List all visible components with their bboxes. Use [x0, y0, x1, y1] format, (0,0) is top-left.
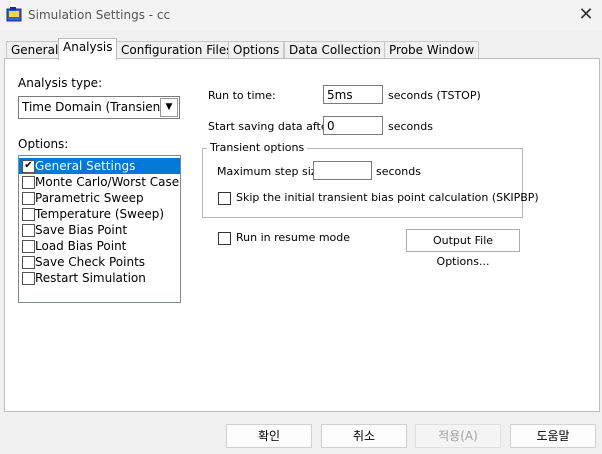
- resume-mode-checkbox[interactable]: [218, 232, 231, 245]
- analysis-type-dropdown[interactable]: Time Domain (Transient) ▼: [18, 96, 180, 119]
- tab-analysis[interactable]: Analysis: [58, 38, 118, 60]
- list-item[interactable]: Restart Simulation: [19, 270, 180, 286]
- run-to-time-input[interactable]: 5ms: [323, 85, 383, 104]
- skip-bias-checkbox[interactable]: [218, 192, 231, 205]
- tab-configuration-files[interactable]: Configuration Files: [116, 41, 238, 59]
- tab-options[interactable]: Options: [228, 41, 285, 59]
- chevron-down-icon[interactable]: ▼: [160, 98, 178, 117]
- transient-options-group: [202, 148, 523, 218]
- window-title: Simulation Settings - cc: [28, 8, 171, 22]
- transient-options-title: Transient options: [207, 141, 308, 154]
- checkbox-icon[interactable]: [22, 192, 35, 205]
- output-file-options-button[interactable]: Output File Options...: [406, 229, 520, 268]
- app-icon: [6, 7, 22, 22]
- tab-probe-window[interactable]: Probe Window: [384, 41, 480, 59]
- skip-bias-label: Skip the initial transient bias point ca…: [236, 191, 539, 204]
- checkbox-icon[interactable]: [22, 208, 35, 221]
- list-item[interactable]: Monte Carlo/Worst Case: [19, 174, 180, 190]
- apply-button[interactable]: 적용(A): [415, 424, 501, 448]
- max-step-label: Maximum step size:: [217, 165, 328, 178]
- max-step-unit: seconds: [376, 165, 421, 178]
- cancel-button[interactable]: 취소: [321, 424, 407, 448]
- list-item[interactable]: Temperature (Sweep): [19, 206, 180, 222]
- options-label: Options:: [18, 137, 69, 151]
- list-item[interactable]: Load Bias Point: [19, 238, 180, 254]
- options-list[interactable]: ✔ General Settings Monte Carlo/Worst Cas…: [18, 155, 181, 303]
- checkbox-checked-icon[interactable]: ✔: [22, 160, 35, 173]
- list-item[interactable]: Parametric Sweep: [19, 190, 180, 206]
- list-item[interactable]: ✔ General Settings: [19, 158, 180, 174]
- start-saving-unit: seconds: [388, 120, 433, 133]
- analysis-type-label: Analysis type:: [18, 76, 103, 90]
- tab-data-collection[interactable]: Data Collection: [284, 41, 386, 59]
- tab-general[interactable]: General: [6, 41, 64, 59]
- list-item[interactable]: Save Bias Point: [19, 222, 180, 238]
- start-saving-input[interactable]: 0: [323, 116, 383, 135]
- analysis-type-value: Time Domain (Transient): [22, 100, 170, 114]
- list-item[interactable]: Save Check Points: [19, 254, 180, 270]
- close-icon[interactable]: ✕: [574, 3, 598, 27]
- max-step-input[interactable]: [313, 161, 372, 180]
- checkbox-icon[interactable]: [22, 240, 35, 253]
- run-to-time-label: Run to time:: [208, 89, 276, 102]
- ok-button[interactable]: 확인: [226, 424, 312, 448]
- help-button[interactable]: 도움말: [510, 424, 596, 448]
- run-to-time-unit: seconds (TSTOP): [388, 89, 481, 102]
- checkbox-icon[interactable]: [22, 272, 35, 285]
- start-saving-label: Start saving data after:: [208, 120, 336, 133]
- checkbox-icon[interactable]: [22, 176, 35, 189]
- resume-mode-label: Run in resume mode: [236, 231, 351, 244]
- checkbox-icon[interactable]: [22, 256, 35, 269]
- checkbox-icon[interactable]: [22, 224, 35, 237]
